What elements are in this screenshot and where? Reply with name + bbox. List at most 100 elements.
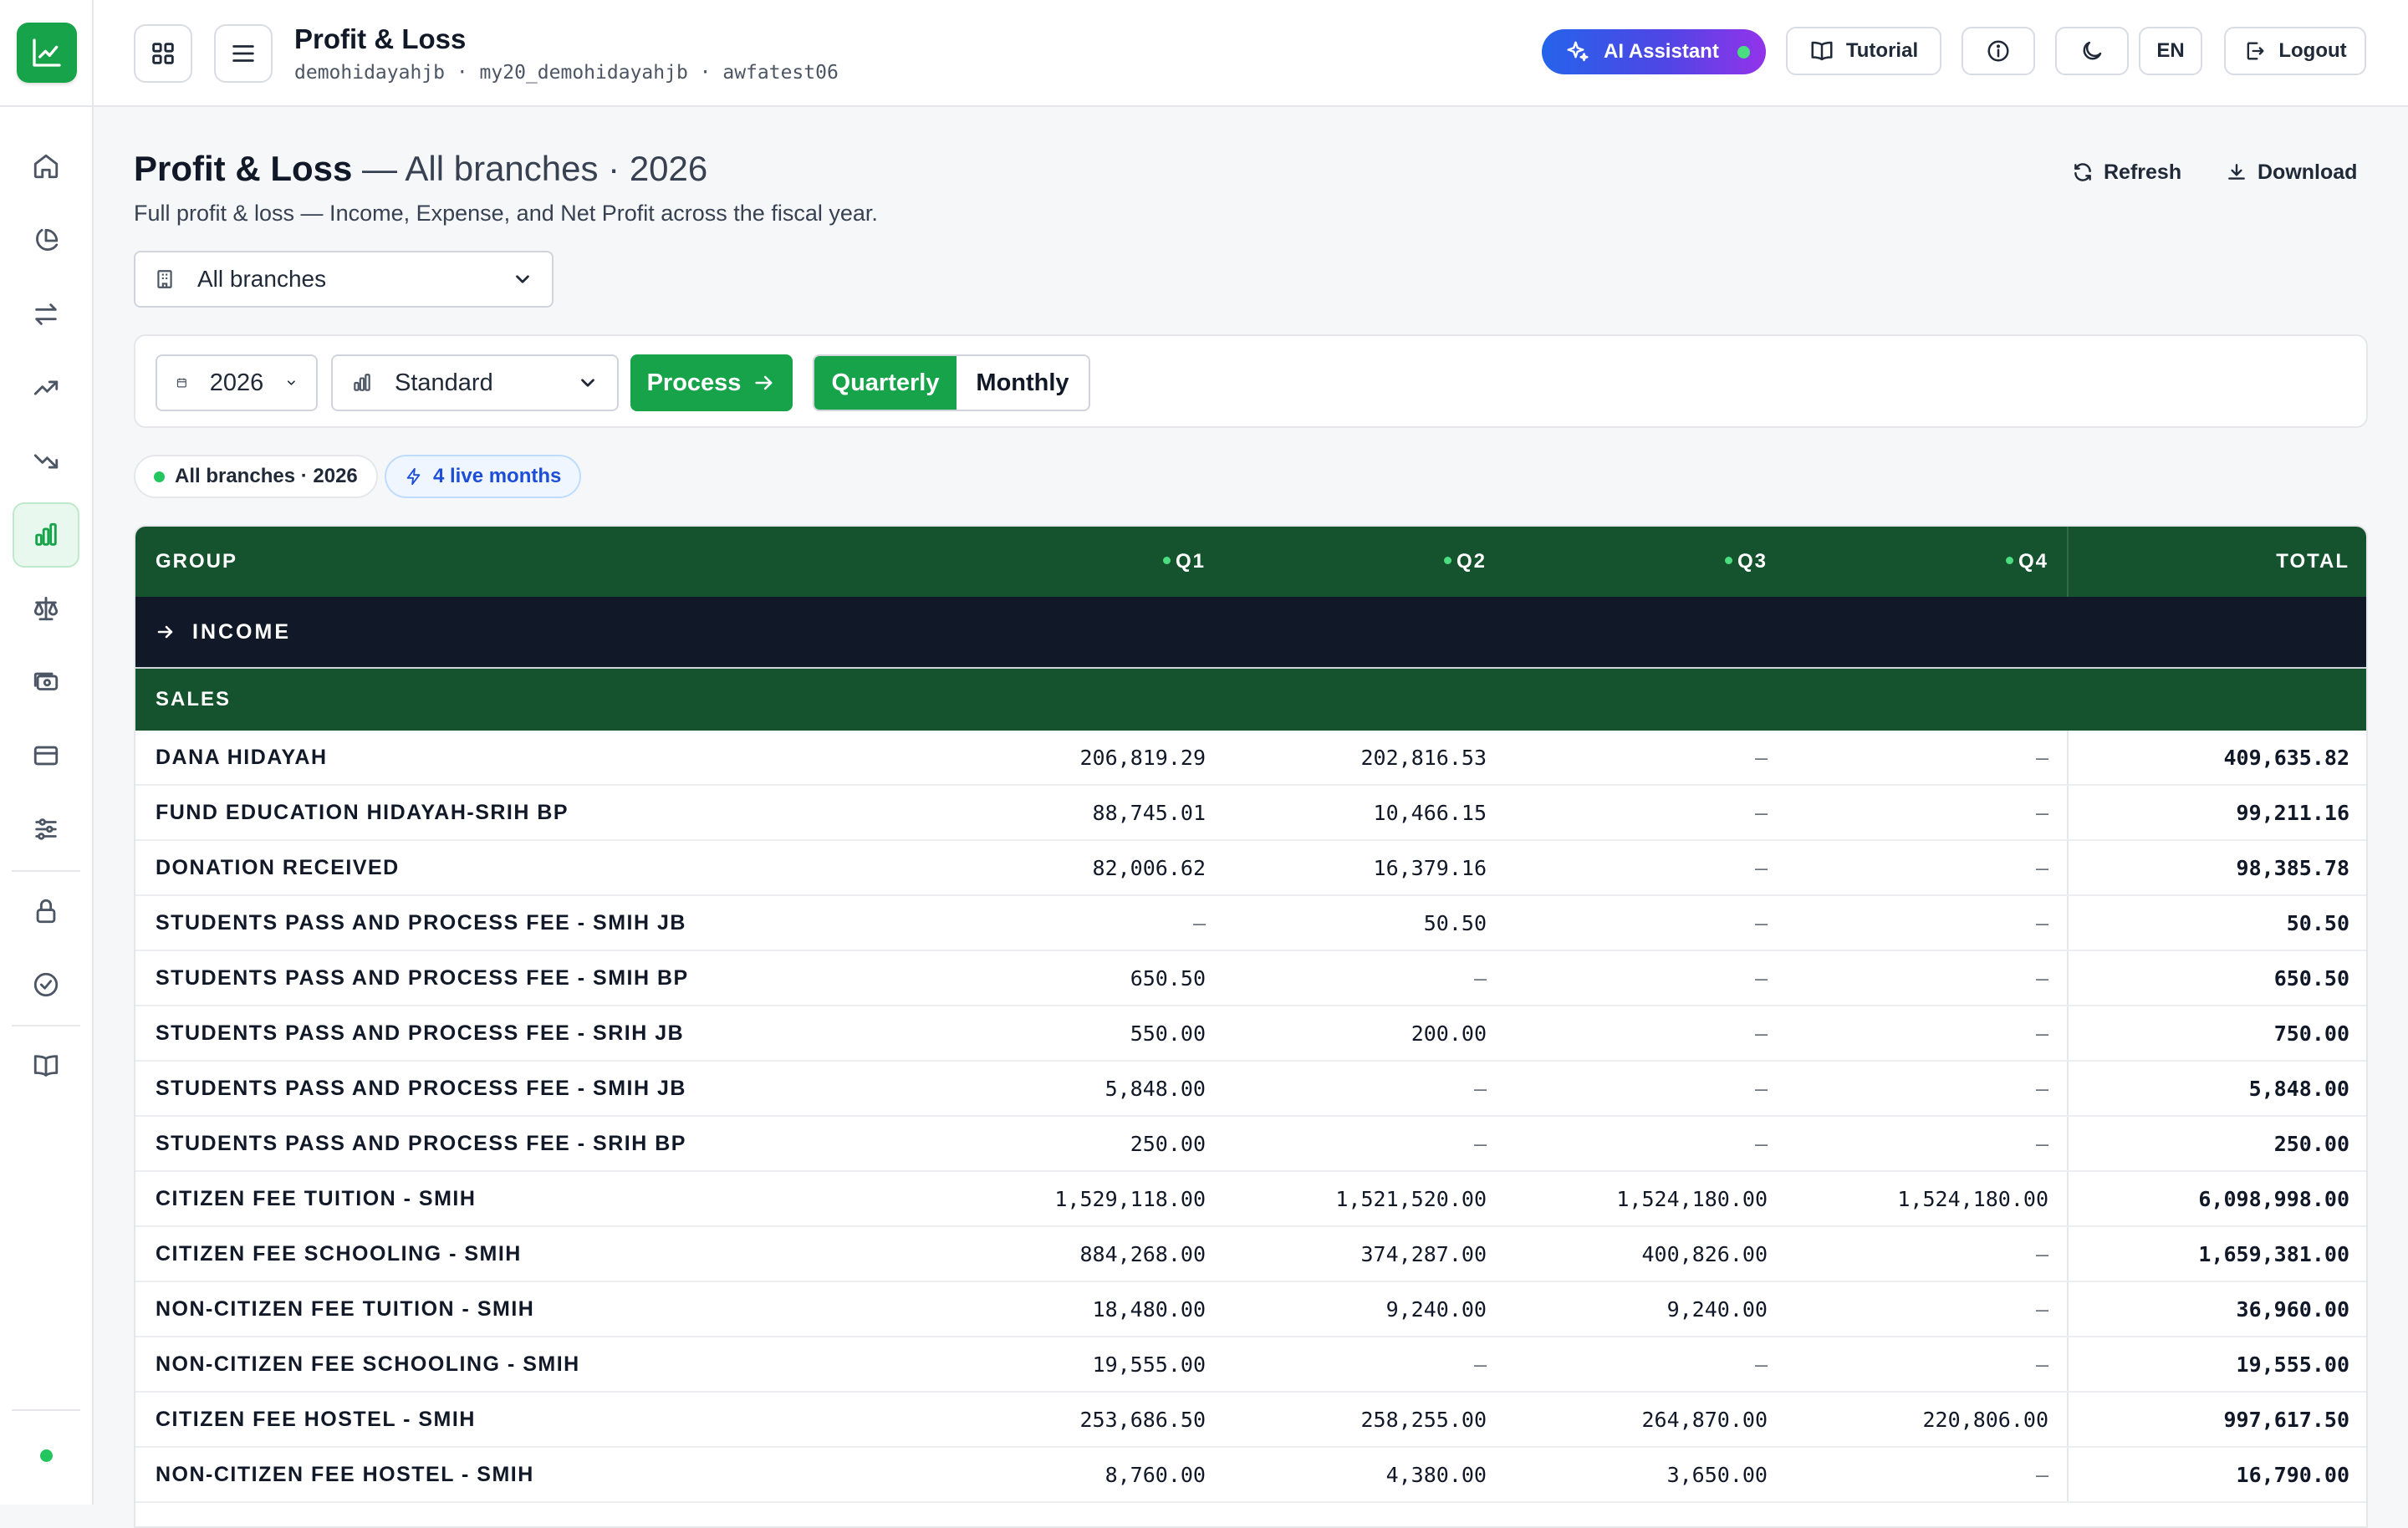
download-button[interactable]: Download — [2226, 155, 2357, 189]
table-row[interactable]: FUND EDUCATION HIDAYAH-SRIH BP 88,745.01 1… — [135, 786, 2366, 841]
cell-q3: 1,524,180.00 — [1616, 1186, 1768, 1211]
live-dot — [2005, 557, 2013, 565]
table-row[interactable]: CITIZEN FEE HOSTEL - SMIH 253,686.50 258,2… — [135, 1393, 2366, 1448]
chevron-down-icon — [288, 380, 296, 385]
rail-item-balance[interactable] — [13, 576, 79, 641]
total-column-divider — [2067, 1006, 2069, 1060]
subgroup-row-sales[interactable]: SALES — [135, 669, 2366, 731]
table-row[interactable]: STUDENTS PASS AND PROCESS FEE - SMIH JB 5… — [135, 1062, 2366, 1117]
rail-item-transfers[interactable] — [13, 282, 79, 347]
arrow-right-icon — [755, 375, 773, 390]
subgroup-label: SALES — [156, 688, 232, 711]
table-row[interactable]: NON-CITIZEN FEE TUITION - SMIH 18,480.00 9… — [135, 1282, 2366, 1337]
cell-q3: – — [1754, 855, 1768, 880]
cell-q4: – — [2035, 1076, 2048, 1101]
rail-item-analytics[interactable] — [13, 208, 79, 273]
cell-q3: – — [1754, 1076, 1768, 1101]
table-row[interactable]: NON-CITIZEN FEE HOSTEL - SMIH 8,760.00 4,3… — [135, 1448, 2366, 1503]
rail-item-profit-loss[interactable] — [13, 502, 79, 568]
rail-item-settings[interactable] — [13, 797, 79, 862]
rail-item-home[interactable] — [13, 134, 79, 199]
col-header-q4[interactable]: Q4 — [2005, 550, 2048, 573]
rail-item-cash[interactable] — [13, 649, 79, 715]
refresh-button[interactable]: Refresh — [2072, 155, 2181, 189]
rail-item-income[interactable] — [13, 355, 79, 420]
apps-grid-button[interactable] — [134, 24, 192, 83]
cell-q2: – — [1473, 965, 1487, 991]
download-label: Download — [2258, 160, 2358, 184]
grid-icon — [152, 43, 174, 64]
cell-total: 1,659,381.00 — [2198, 1241, 2349, 1266]
cell-q2: 9,240.00 — [1385, 1296, 1487, 1322]
cell-q3: 400,826.00 — [1641, 1241, 1768, 1266]
table-row[interactable]: STUDENTS PASS AND PROCESS FEE - SMIH JB –… — [135, 896, 2366, 951]
app-logo[interactable] — [17, 23, 77, 83]
col-header-q3[interactable]: Q3 — [1724, 550, 1768, 573]
report-type-select[interactable]: Standard — [331, 354, 619, 411]
logout-button[interactable]: Logout — [2224, 27, 2366, 75]
rail-item-security[interactable] — [13, 879, 79, 944]
cell-q4: – — [2035, 1296, 2048, 1322]
branch-select-value: All branches — [197, 266, 327, 292]
ai-assistant-button[interactable]: AI Assistant — [1542, 29, 1766, 74]
rail-divider — [12, 1025, 80, 1026]
menu-button[interactable] — [214, 24, 273, 83]
bar-chart-icon — [354, 374, 370, 391]
cell-q2: 374,287.00 — [1360, 1241, 1487, 1266]
cell-q3: 3,650.00 — [1666, 1462, 1768, 1487]
cell-q1: 88,745.01 — [1092, 800, 1206, 825]
table-row[interactable]: CITIZEN FEE SCHOOLING - SMIH 884,268.00 37… — [135, 1227, 2366, 1282]
info-button[interactable] — [1962, 27, 2035, 75]
row-group-name: CITIZEN FEE HOSTEL - SMIH — [156, 1407, 476, 1431]
table-row[interactable]: CITIZEN FEE TUITION - SMIH 1,529,118.00 1,… — [135, 1172, 2366, 1227]
tutorial-button[interactable]: Tutorial — [1786, 27, 1941, 75]
cell-q2: 1,521,520.00 — [1335, 1186, 1487, 1211]
cell-q2: 4,380.00 — [1385, 1462, 1487, 1487]
rail-item-expense[interactable] — [13, 429, 79, 494]
cell-q3: – — [1754, 1131, 1768, 1156]
page-title-main: Profit & Loss — [134, 149, 353, 188]
language-button[interactable]: EN — [2139, 27, 2202, 75]
process-button[interactable]: Process — [630, 354, 793, 411]
table-row[interactable]: STUDENTS PASS AND PROCESS FEE - SRIH BP 2… — [135, 1117, 2366, 1172]
table-row[interactable]: DANA HIDAYAH 206,819.29 202,816.53 – – 409,63… — [135, 731, 2366, 786]
col-header-q1[interactable]: Q1 — [1162, 550, 1206, 573]
rail-item-cards[interactable] — [13, 723, 79, 788]
quarterly-toggle[interactable]: Quarterly — [814, 356, 957, 410]
total-column-divider — [2067, 1337, 2069, 1391]
logout-label: Logout — [2278, 39, 2347, 62]
refresh-icon — [2074, 163, 2091, 181]
total-column-divider — [2067, 951, 2069, 1005]
live-months-chip: 4 live months — [385, 455, 582, 498]
table-row[interactable]: STUDENTS PASS AND PROCESS FEE - SRIH JB 5… — [135, 1006, 2366, 1062]
cell-q4: – — [2035, 910, 2048, 935]
table-row[interactable]: STUDENTS PASS AND PROCESS FEE - SMIH BP 6… — [135, 951, 2366, 1006]
period-toggle: Quarterly Monthly — [813, 354, 1090, 411]
book-icon — [33, 1055, 59, 1077]
row-group-name: STUDENTS PASS AND PROCESS FEE - SRIH BP — [156, 1131, 686, 1155]
arrow-right-icon — [157, 625, 173, 639]
monthly-toggle[interactable]: Monthly — [957, 356, 1089, 410]
cell-total: 16,790.00 — [2236, 1462, 2349, 1487]
section-row-income[interactable]: INCOME — [135, 597, 2366, 669]
cell-total: 750.00 — [2273, 1021, 2349, 1046]
total-column-divider — [2067, 1448, 2069, 1501]
rail-item-approvals[interactable] — [13, 952, 79, 1017]
total-column-divider — [2067, 786, 2069, 839]
branch-select[interactable]: All branches — [134, 251, 554, 308]
year-select[interactable]: 2026 — [156, 354, 318, 411]
hamburger-icon — [232, 45, 254, 62]
cell-q1: 5,848.00 — [1105, 1076, 1206, 1101]
rail-item-docs[interactable] — [13, 1033, 79, 1098]
table-row[interactable]: NON-CITIZEN FEE SCHOOLING - SMIH 19,555.0… — [135, 1337, 2366, 1393]
tutorial-label: Tutorial — [1845, 39, 1919, 62]
cell-q1: 18,480.00 — [1092, 1296, 1206, 1322]
col-header-q2[interactable]: Q2 — [1443, 550, 1487, 573]
table-row[interactable]: DONATION RECEIVED 82,006.62 16,379.16 – – 98,… — [135, 841, 2366, 896]
live-dot — [1443, 557, 1451, 565]
dark-mode-toggle[interactable] — [2055, 27, 2129, 75]
logout-icon — [2247, 42, 2264, 60]
cell-q4: – — [2035, 800, 2048, 825]
col-header-q2-label: Q2 — [1456, 550, 1487, 573]
cell-q1: 206,819.29 — [1079, 745, 1206, 770]
